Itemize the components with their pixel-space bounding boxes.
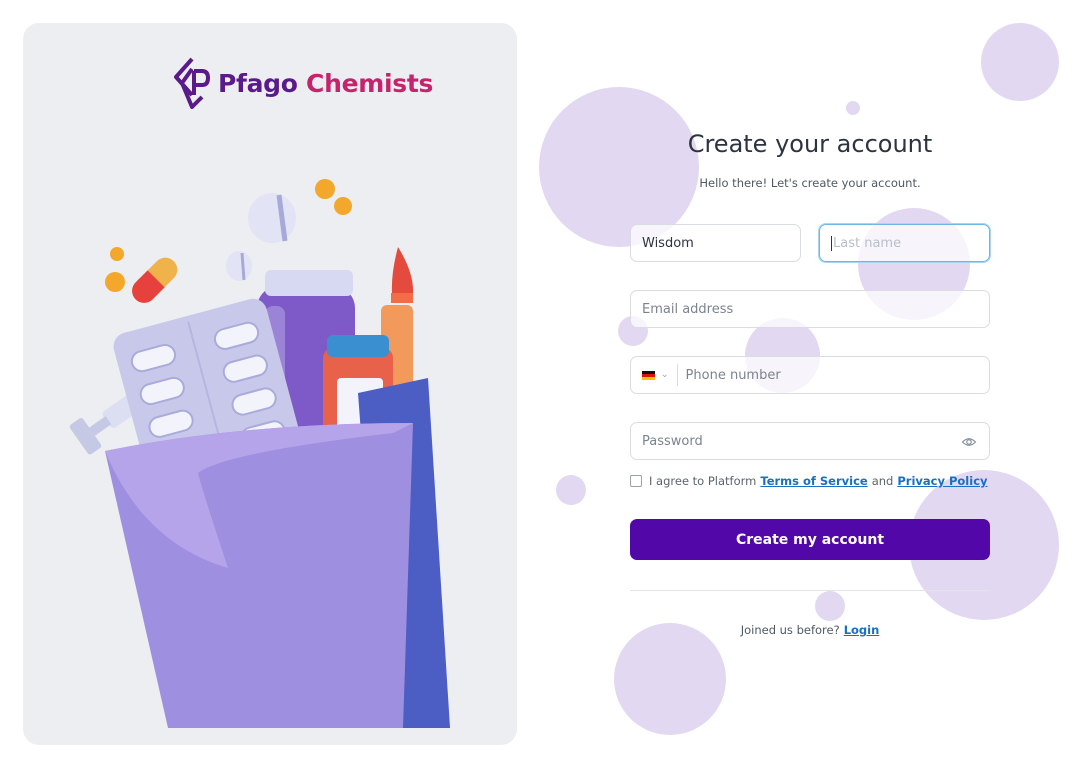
login-link[interactable]: Login	[844, 623, 880, 637]
page-subtitle: Hello there! Let's create your account.	[699, 176, 921, 190]
pharmacy-bag-illustration	[69, 179, 450, 728]
decor-bubble	[556, 475, 586, 505]
phone-placeholder: Phone number	[685, 367, 781, 383]
create-account-button[interactable]: Create my account	[630, 519, 990, 560]
chevron-down-icon[interactable]: ⌄	[661, 370, 669, 380]
brand-logo: Pfago Chemists	[168, 53, 433, 113]
phone-divider	[676, 364, 678, 386]
password-placeholder: Password	[642, 433, 703, 449]
phone-field[interactable]: ⌄ Phone number	[630, 356, 990, 394]
brand-name-part2: Chemists	[306, 68, 434, 98]
eye-icon[interactable]	[961, 434, 977, 450]
brand-name: Pfago Chemists	[218, 69, 433, 98]
terms-link[interactable]: Terms of Service	[760, 474, 867, 488]
pfago-logo-icon	[174, 57, 211, 109]
login-prompt: Joined us before?	[740, 623, 840, 637]
decor-bubble	[815, 591, 845, 621]
decor-bubble	[539, 87, 699, 247]
agree-and: and	[871, 474, 894, 488]
email-field[interactable]: Email address	[630, 290, 990, 328]
agree-prefix: I agree to Platform	[649, 474, 757, 488]
terms-agreement: I agree to Platform Terms of Service and…	[630, 474, 992, 488]
last-name-placeholder: Last name	[833, 235, 902, 251]
decor-bubble	[846, 101, 860, 115]
decor-bubble	[614, 623, 726, 735]
divider	[630, 590, 990, 591]
login-prompt-row: Joined us before? Login	[630, 623, 990, 637]
brand-name-part1: Pfago	[218, 68, 298, 98]
page-title: Create your account	[687, 130, 933, 158]
password-field[interactable]: Password	[630, 422, 990, 460]
first-name-value: Wisdom	[642, 235, 694, 251]
text-caret	[831, 235, 832, 251]
germany-flag-icon[interactable]	[642, 370, 655, 380]
agree-checkbox[interactable]	[630, 475, 642, 487]
last-name-field[interactable]: Last name	[819, 224, 990, 262]
privacy-link[interactable]: Privacy Policy	[897, 474, 987, 488]
first-name-field[interactable]: Wisdom	[630, 224, 801, 262]
email-placeholder: Email address	[642, 301, 734, 317]
illustration-panel: Pfago Chemists	[23, 23, 517, 745]
decor-bubble	[981, 23, 1059, 101]
